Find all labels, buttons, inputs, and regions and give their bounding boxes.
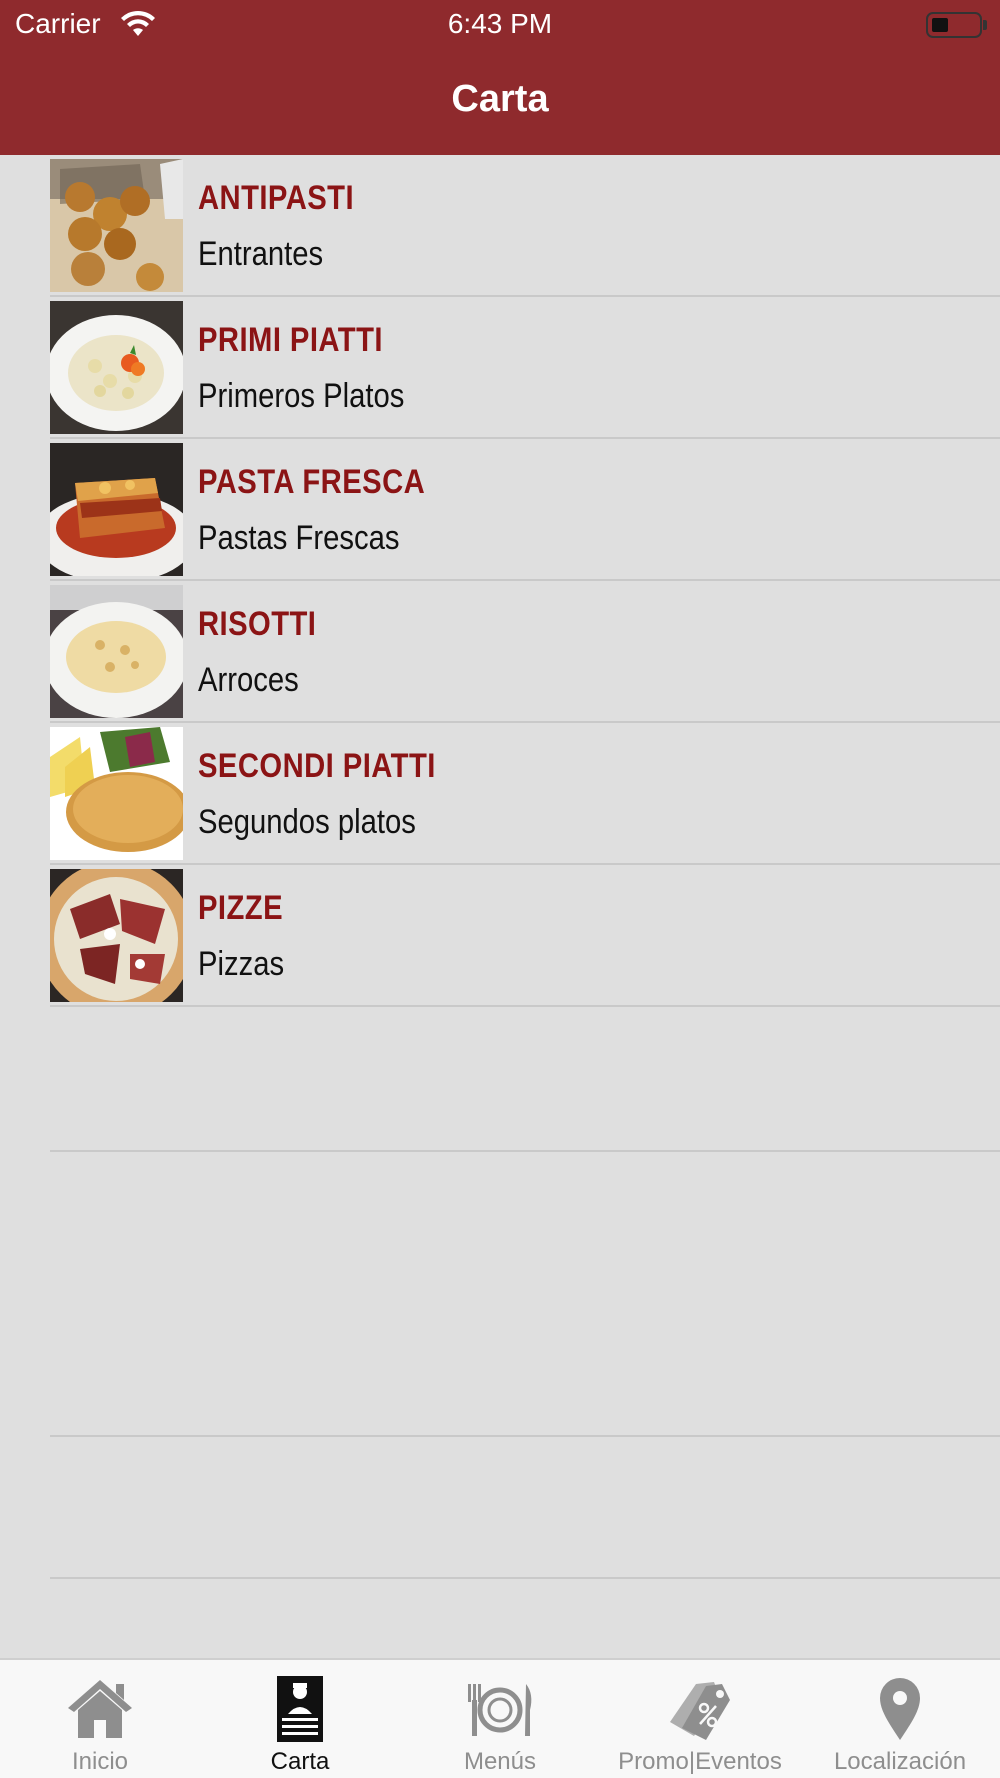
home-icon: [68, 1680, 132, 1738]
tab-promo-eventos[interactable]: Promo|Eventos: [600, 1660, 800, 1778]
tab-menus[interactable]: Menús: [400, 1660, 600, 1778]
discount-tag-icon: [670, 1682, 730, 1740]
category-subtitle: Entrantes: [198, 235, 324, 273]
category-subtitle: Pizzas: [198, 945, 285, 983]
pasta-fresca-photo: [50, 443, 183, 576]
status-time: 6:43 PM: [447, 8, 553, 39]
tab-label: Menús: [463, 1748, 537, 1775]
tab-bar: Inicio Carta Menús Promo|Eventos Localiz…: [0, 1658, 1000, 1778]
status-bar: Carrier 6:43 PM: [0, 0, 1000, 50]
battery-icon: [926, 12, 982, 38]
tab-label: Carta: [270, 1748, 330, 1775]
category-subtitle: Segundos platos: [198, 803, 416, 841]
primi-piatti-photo: [50, 301, 183, 434]
tab-label: Localización: [833, 1748, 967, 1775]
chef-menu-icon: [277, 1676, 323, 1742]
tab-label: Inicio: [71, 1748, 129, 1775]
tab-localizacion[interactable]: Localización: [800, 1660, 1000, 1778]
category-subtitle: Primeros Platos: [198, 377, 405, 415]
category-row-antipasti[interactable]: ANTIPASTI Entrantes: [0, 155, 1000, 297]
risotti-photo: [50, 585, 183, 718]
category-title: ANTIPASTI: [198, 179, 355, 217]
category-row-primi-piatti[interactable]: PRIMI PIATTI Primeros Platos: [0, 297, 1000, 439]
secondi-piatti-photo: [50, 727, 183, 860]
location-pin-icon: [880, 1678, 920, 1740]
page-title: Carta: [451, 78, 549, 120]
category-title: PRIMI PIATTI: [198, 321, 383, 359]
navigation-header: Carrier 6:43 PM Carta: [0, 0, 1000, 155]
category-subtitle: Pastas Frescas: [198, 519, 400, 557]
category-title: SECONDI PIATTI: [198, 747, 436, 785]
category-title: PIZZE: [198, 889, 284, 927]
category-subtitle: Arroces: [198, 661, 299, 699]
antipasti-photo: [50, 159, 183, 292]
empty-row-divider: [50, 1150, 1000, 1152]
category-row-pasta-fresca[interactable]: PASTA FRESCA Pastas Frescas: [0, 439, 1000, 581]
category-row-pizze[interactable]: PIZZE Pizzas: [0, 865, 1000, 1007]
category-row-secondi-piatti[interactable]: SECONDI PIATTI Segundos platos: [0, 723, 1000, 865]
category-title: PASTA FRESCA: [198, 463, 426, 501]
tab-label: Promo|Eventos: [618, 1748, 782, 1775]
empty-row-divider: [50, 1577, 1000, 1579]
pizze-photo: [50, 869, 183, 1002]
tab-inicio[interactable]: Inicio: [0, 1660, 200, 1778]
category-title: RISOTTI: [198, 605, 317, 643]
row-divider: [50, 1005, 1000, 1007]
plate-cutlery-icon: [468, 1684, 532, 1736]
battery-cap: [983, 20, 987, 30]
category-row-risotti[interactable]: RISOTTI Arroces: [0, 581, 1000, 723]
empty-row-divider: [50, 1435, 1000, 1437]
tab-carta[interactable]: Carta: [200, 1660, 400, 1778]
